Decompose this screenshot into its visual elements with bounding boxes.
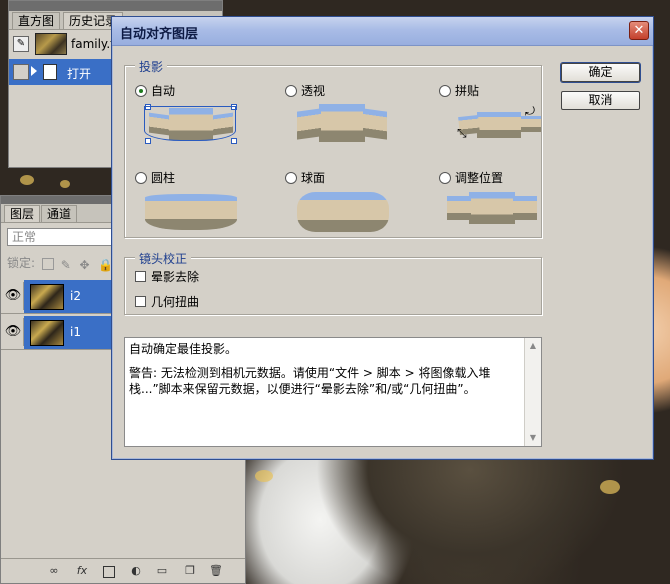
snapshot-thumbnail bbox=[35, 33, 67, 55]
description-text: 自动确定最佳投影。 警告: 无法检测到相机元数据。请使用“文件 > 脚本 > 将… bbox=[129, 341, 524, 405]
trash-icon[interactable]: 🗑 bbox=[209, 564, 223, 578]
radio-indicator bbox=[285, 85, 297, 97]
lock-transparent-icon[interactable] bbox=[41, 257, 54, 270]
ok-button[interactable]: 确定 bbox=[561, 63, 640, 82]
radio-auto[interactable]: 自动 bbox=[135, 83, 175, 99]
adjustment-icon[interactable]: ◐ bbox=[129, 564, 143, 578]
dialog-title: 自动对齐图层 bbox=[120, 27, 199, 42]
checkbox-box bbox=[135, 271, 146, 282]
layer-name: i1 bbox=[70, 325, 81, 339]
checkbox-box bbox=[135, 296, 146, 307]
description-scrollbar[interactable]: ▲ ▼ bbox=[524, 338, 541, 446]
folder-icon[interactable]: ▭ bbox=[155, 564, 169, 578]
history-brush-icon[interactable]: ✎ bbox=[13, 36, 29, 52]
layer-name: i2 bbox=[70, 289, 81, 303]
tab-layers[interactable]: 图层 bbox=[4, 205, 41, 222]
history-step-label: 打开 bbox=[67, 67, 92, 81]
layer-thumbnail bbox=[30, 284, 64, 310]
blend-mode-select[interactable]: 正常 bbox=[7, 228, 113, 246]
preview-cylindrical bbox=[145, 192, 237, 232]
layers-bottom-bar: ∞ fx ◐ ▭ ❐ 🗑 bbox=[1, 558, 245, 583]
tab-histogram[interactable]: 直方图 bbox=[12, 12, 61, 29]
preview-spherical bbox=[297, 192, 389, 232]
radio-indicator bbox=[439, 172, 451, 184]
projection-group: 投影 自动 透视 拼贴 ⤾ ⤡ 圆柱 球面 调整位置 bbox=[124, 58, 542, 238]
radio-label: 球面 bbox=[301, 171, 326, 185]
tab-channels[interactable]: 通道 bbox=[41, 205, 78, 222]
checkbox-label: 晕影去除 bbox=[151, 270, 200, 284]
radio-reposition[interactable]: 调整位置 bbox=[439, 170, 503, 186]
visibility-eye-icon[interactable]: 👁 bbox=[3, 318, 24, 346]
cancel-button[interactable]: 取消 bbox=[561, 91, 640, 110]
radio-label: 透视 bbox=[301, 84, 326, 98]
description-box: 自动确定最佳投影。 警告: 无法检测到相机元数据。请使用“文件 > 脚本 > 将… bbox=[124, 337, 542, 447]
state-arrow-icon bbox=[31, 66, 37, 76]
radio-indicator bbox=[135, 172, 147, 184]
scroll-down-icon[interactable]: ▼ bbox=[525, 430, 541, 446]
layer-thumbnail bbox=[30, 320, 64, 346]
checkbox-label: 几何扭曲 bbox=[151, 295, 200, 309]
radio-spherical[interactable]: 球面 bbox=[285, 170, 325, 186]
radio-perspective[interactable]: 透视 bbox=[285, 83, 325, 99]
lens-legend: 镜头校正 bbox=[135, 250, 192, 267]
radio-indicator bbox=[439, 85, 451, 97]
close-button[interactable]: ✕ bbox=[629, 21, 649, 40]
checkbox-vignette-removal[interactable]: 晕影去除 bbox=[135, 269, 199, 285]
radio-label: 圆柱 bbox=[151, 171, 176, 185]
radio-label: 自动 bbox=[151, 84, 176, 98]
description-warning: 警告: 无法检测到相机元数据。请使用“文件 > 脚本 > 将图像载入堆栈...”… bbox=[129, 366, 491, 396]
radio-label: 调整位置 bbox=[455, 171, 504, 185]
preview-reposition bbox=[447, 192, 539, 232]
mask-icon[interactable] bbox=[103, 566, 115, 578]
radio-indicator bbox=[135, 85, 147, 97]
history-state-box[interactable] bbox=[13, 64, 29, 80]
new-layer-icon[interactable]: ❐ bbox=[183, 564, 197, 578]
lock-label: 锁定: bbox=[7, 256, 36, 270]
radio-indicator bbox=[285, 172, 297, 184]
dialog-titlebar[interactable]: 自动对齐图层 ✕ bbox=[112, 17, 653, 46]
close-icon: ✕ bbox=[633, 23, 645, 38]
lock-move-icon[interactable]: ✥ bbox=[80, 258, 92, 272]
rotate-icon: ⤾ bbox=[525, 104, 535, 118]
checkbox-geometric-distortion[interactable]: 几何扭曲 bbox=[135, 294, 199, 310]
radio-cylindrical[interactable]: 圆柱 bbox=[135, 170, 175, 186]
lens-correction-group: 镜头校正 晕影去除 几何扭曲 bbox=[124, 250, 542, 315]
link-icon[interactable]: ∞ bbox=[47, 564, 61, 578]
lock-brush-icon[interactable]: ✎ bbox=[61, 258, 73, 272]
document-icon bbox=[43, 64, 57, 80]
radio-label: 拼贴 bbox=[455, 84, 480, 98]
panel-grip[interactable] bbox=[9, 1, 222, 11]
lock-row: 锁定: ✎ ✥ 🔒 bbox=[7, 254, 113, 272]
radio-collage[interactable]: 拼贴 bbox=[439, 83, 479, 99]
scroll-up-icon[interactable]: ▲ bbox=[525, 338, 541, 354]
visibility-eye-icon[interactable]: 👁 bbox=[3, 282, 24, 310]
preview-perspective bbox=[297, 104, 389, 144]
preview-auto bbox=[144, 104, 237, 144]
description-line: 自动确定最佳投影。 bbox=[129, 342, 238, 356]
resize-icon: ⤡ bbox=[457, 126, 467, 140]
preview-collage: ⤾ ⤡ bbox=[455, 104, 547, 144]
fx-icon[interactable]: fx bbox=[75, 564, 89, 578]
projection-legend: 投影 bbox=[135, 58, 168, 75]
auto-align-dialog: 自动对齐图层 ✕ 投影 自动 透视 拼贴 ⤾ ⤡ 圆柱 球面 调整位置 镜头校正… bbox=[111, 16, 654, 460]
lock-all-icon[interactable]: 🔒 bbox=[98, 258, 113, 272]
